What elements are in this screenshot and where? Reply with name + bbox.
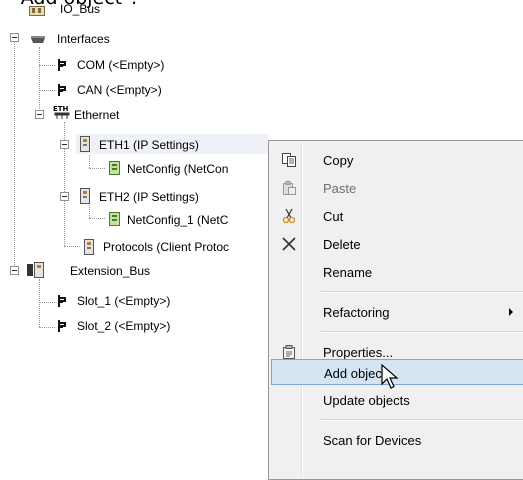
tree-item-eth2[interactable]: ETH2 (IP Settings) — [99, 190, 199, 204]
menu-item-scan-for-devices[interactable]: Scan for Devices — [271, 427, 523, 453]
collapse-toggle[interactable] — [60, 192, 69, 201]
tree-item-eth1[interactable]: ETH1 (IP Settings) — [99, 138, 199, 152]
tree-item-com[interactable]: COM (<Empty>) — [77, 58, 164, 72]
collapse-toggle[interactable] — [10, 33, 19, 42]
slot-icon — [56, 294, 72, 310]
menu-item-label: Scan for Devices — [323, 433, 422, 448]
tree-item-interfaces[interactable]: Interfaces — [57, 32, 110, 46]
io-bus-icon — [29, 5, 45, 16]
menu-item-label: Refactoring — [323, 305, 390, 320]
extension-bus-icon — [26, 261, 50, 279]
tree-item-can[interactable]: CAN (<Empty>) — [77, 83, 162, 97]
properties-icon — [281, 344, 297, 360]
menu-item-label: Update objects — [323, 393, 410, 408]
menu-item-delete[interactable]: Delete — [271, 231, 523, 257]
slot-icon — [56, 319, 72, 335]
module-icon — [78, 135, 92, 153]
tree-line — [14, 37, 15, 269]
tree-line — [89, 168, 105, 169]
netconfig-icon — [107, 211, 123, 227]
tree-line — [39, 65, 55, 66]
collapse-toggle[interactable] — [35, 110, 44, 119]
copy-icon — [281, 152, 297, 168]
tree-item-netconfig[interactable]: NetConfig (NetCon — [127, 162, 228, 176]
menu-item-label: Copy — [323, 153, 354, 168]
tree-item-io-bus[interactable]: IO_Bus — [60, 2, 100, 16]
menu-separator — [321, 331, 523, 333]
menu-item-label: Cut — [323, 209, 344, 224]
context-menu: Copy Paste Cut Delete Rename Refactoring… — [268, 140, 523, 480]
menu-item-label: Paste — [323, 181, 357, 196]
menu-item-label: Rename — [323, 265, 373, 280]
netconfig-icon — [107, 160, 123, 176]
mouse-cursor-icon — [381, 363, 403, 392]
submenu-arrow-icon — [509, 308, 513, 316]
menu-item-refactoring[interactable]: Refactoring — [271, 299, 523, 325]
tree-item-protocols[interactable]: Protocols (Client Protoc — [103, 240, 229, 254]
menu-separator — [321, 419, 523, 421]
collapse-toggle[interactable] — [10, 266, 19, 275]
tree-line — [39, 302, 55, 303]
collapse-toggle[interactable] — [60, 140, 69, 149]
tree-item-extension-bus[interactable]: Extension_Bus — [70, 264, 150, 278]
module-icon — [82, 238, 96, 256]
tree-item-slot-2[interactable]: Slot_2 (<Empty>) — [77, 319, 170, 333]
tree-item-netconfig-1[interactable]: NetConfig_1 (NetC — [127, 213, 228, 227]
menu-item-label: Delete — [323, 237, 361, 252]
menu-item-paste[interactable]: Paste — [271, 175, 523, 201]
menu-item-copy[interactable]: Copy — [271, 147, 523, 173]
menu-item-label: Properties... — [323, 345, 394, 360]
tree-item-slot-1[interactable]: Slot_1 (<Empty>) — [77, 294, 170, 308]
slot-icon — [56, 83, 72, 99]
svg-text:ETH: ETH — [53, 105, 69, 113]
tree-line — [39, 327, 55, 328]
tree-item-ethernet[interactable]: Ethernet — [74, 108, 119, 122]
menu-separator — [321, 291, 523, 293]
interfaces-icon — [29, 31, 45, 47]
tree-line — [39, 47, 40, 115]
menu-item-cut[interactable]: Cut — [271, 203, 523, 229]
scissors-icon — [281, 208, 297, 224]
tree-line — [64, 246, 80, 247]
slot-icon — [56, 58, 72, 74]
delete-x-icon — [281, 236, 297, 252]
ethernet-icon: ETH — [52, 104, 72, 122]
tree-line — [39, 279, 40, 327]
tree-line — [89, 218, 105, 219]
module-icon — [78, 187, 92, 205]
menu-item-label: Add object — [324, 366, 386, 381]
paste-icon — [281, 180, 297, 196]
tree-line — [39, 90, 55, 91]
menu-item-rename[interactable]: Rename — [271, 259, 523, 285]
